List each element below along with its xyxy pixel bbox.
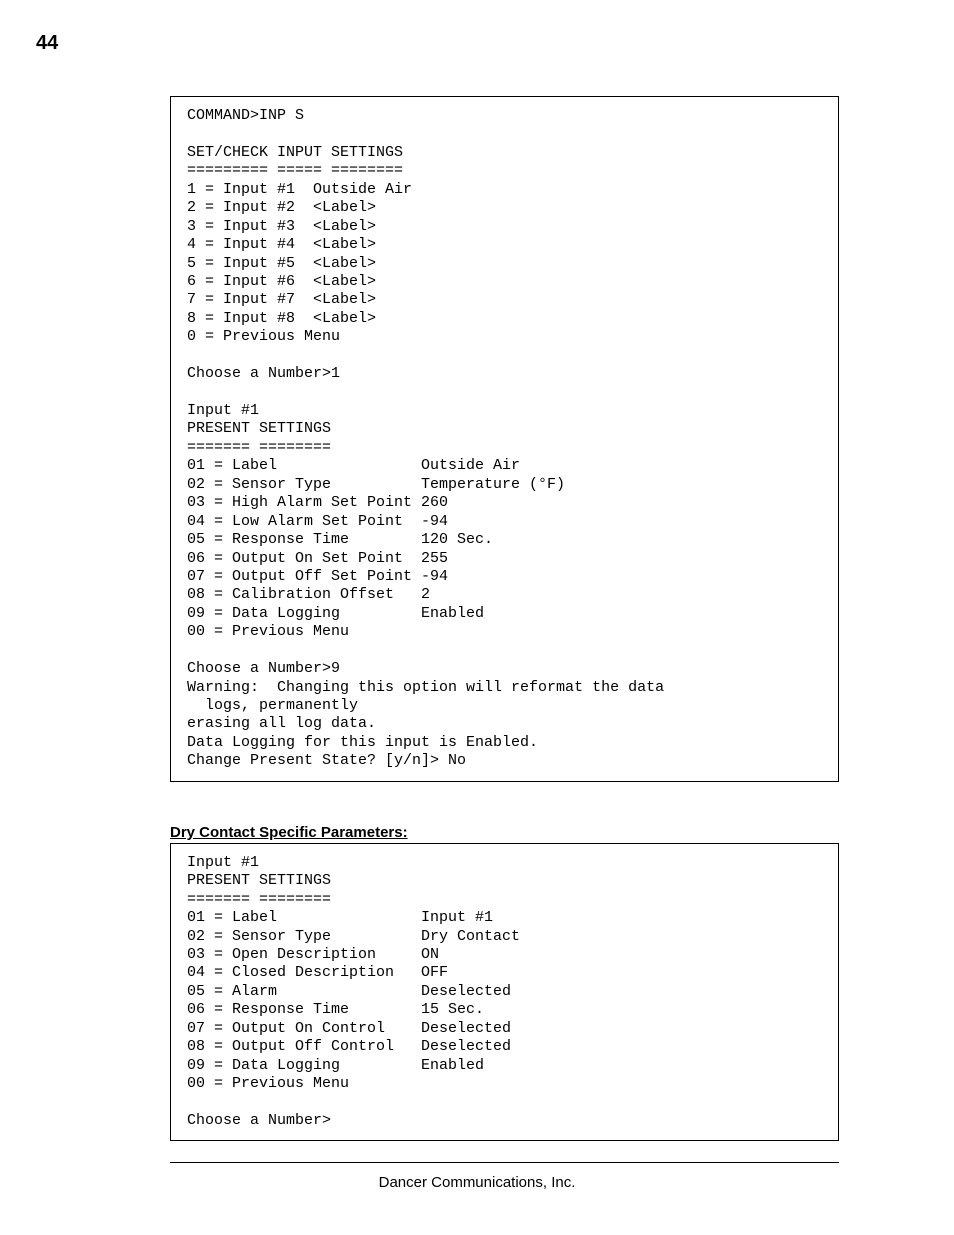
menu-item: 4 = Input #4 <Label> xyxy=(187,236,822,254)
setting-row: 05 = AlarmDeselected xyxy=(187,983,822,1001)
setting-row: 04 = Low Alarm Set Point-94 xyxy=(187,513,822,531)
menu-sep: ========= ===== ======== xyxy=(187,162,822,180)
setting-row: 05 = Response Time120 Sec. xyxy=(187,531,822,549)
setting-key: 09 = Data Logging xyxy=(187,605,421,623)
menu-item: 8 = Input #8 <Label> xyxy=(187,310,822,328)
setting-key: 09 = Data Logging xyxy=(187,1057,421,1075)
setting-key: 06 = Output On Set Point xyxy=(187,550,421,568)
setting-value: 260 xyxy=(421,494,448,511)
menu-item: 3 = Input #3 <Label> xyxy=(187,218,822,236)
setting-key: 08 = Calibration Offset xyxy=(187,586,421,604)
setting-row: 04 = Closed DescriptionOFF xyxy=(187,964,822,982)
setting-row: 02 = Sensor TypeDry Contact xyxy=(187,928,822,946)
input-header: Input #1 xyxy=(187,402,822,420)
setting-value: 255 xyxy=(421,550,448,567)
terminal-box-dry-contact: Input #1PRESENT SETTINGS======= ========… xyxy=(170,843,839,1142)
trailer-line: Change Present State? [y/n]> No xyxy=(187,752,822,770)
command-line: COMMAND>INP S xyxy=(187,107,822,125)
setting-row: 09 = Data LoggingEnabled xyxy=(187,605,822,623)
setting-key: 02 = Sensor Type xyxy=(187,476,421,494)
setting-row: 00 = Previous Menu xyxy=(187,623,822,641)
setting-value: Outside Air xyxy=(421,457,520,474)
setting-value: 15 Sec. xyxy=(421,1001,484,1018)
setting-key: 03 = High Alarm Set Point xyxy=(187,494,421,512)
setting-row: 07 = Output On ControlDeselected xyxy=(187,1020,822,1038)
setting-value: 2 xyxy=(421,586,430,603)
trailer-line: logs, permanently xyxy=(187,697,822,715)
menu-item: 1 = Input #1 Outside Air xyxy=(187,181,822,199)
setting-row: 03 = High Alarm Set Point260 xyxy=(187,494,822,512)
setting-value: Enabled xyxy=(421,605,484,622)
setting-key: 07 = Output Off Set Point xyxy=(187,568,421,586)
setting-key: 04 = Low Alarm Set Point xyxy=(187,513,421,531)
setting-key: 05 = Alarm xyxy=(187,983,421,1001)
setting-value: 120 Sec. xyxy=(421,531,493,548)
menu-item: 2 = Input #2 <Label> xyxy=(187,199,822,217)
setting-row: 07 = Output Off Set Point-94 xyxy=(187,568,822,586)
setting-row: 09 = Data LoggingEnabled xyxy=(187,1057,822,1075)
setting-value: Temperature (°F) xyxy=(421,476,565,493)
setting-row: 08 = Output Off ControlDeselected xyxy=(187,1038,822,1056)
setting-key: 01 = Label xyxy=(187,457,421,475)
setting-key: 01 = Label xyxy=(187,909,421,927)
setting-row: 02 = Sensor TypeTemperature (°F) xyxy=(187,476,822,494)
setting-key: 04 = Closed Description xyxy=(187,964,421,982)
menu-item: 7 = Input #7 <Label> xyxy=(187,291,822,309)
footer-text: Dancer Communications, Inc. xyxy=(0,1174,954,1191)
setting-key: 02 = Sensor Type xyxy=(187,928,421,946)
setting-row: 06 = Response Time15 Sec. xyxy=(187,1001,822,1019)
setting-value: Input #1 xyxy=(421,909,493,926)
setting-row: 03 = Open DescriptionON xyxy=(187,946,822,964)
terminal-box-settings: COMMAND>INP S SET/CHECK INPUT SETTINGS==… xyxy=(170,96,839,782)
setting-key: 06 = Response Time xyxy=(187,1001,421,1019)
trailer-line: Warning: Changing this option will refor… xyxy=(187,679,822,697)
page-number: 44 xyxy=(36,32,58,55)
trailer-line: Choose a Number>9 xyxy=(187,660,822,678)
setting-value: -94 xyxy=(421,513,448,530)
setting-row: 01 = LabelOutside Air xyxy=(187,457,822,475)
setting-key: 00 = Previous Menu xyxy=(187,1075,421,1093)
settings-title: PRESENT SETTINGS xyxy=(187,872,822,890)
setting-value: Deselected xyxy=(421,983,511,1000)
setting-value: Deselected xyxy=(421,1038,511,1055)
setting-row: 01 = LabelInput #1 xyxy=(187,909,822,927)
settings-sep: ======= ======== xyxy=(187,439,822,457)
setting-value: ON xyxy=(421,946,439,963)
menu-item: 5 = Input #5 <Label> xyxy=(187,255,822,273)
settings-title: PRESENT SETTINGS xyxy=(187,420,822,438)
setting-key: 03 = Open Description xyxy=(187,946,421,964)
setting-value: Enabled xyxy=(421,1057,484,1074)
setting-value: OFF xyxy=(421,964,448,981)
setting-value: Deselected xyxy=(421,1020,511,1037)
setting-row: 08 = Calibration Offset2 xyxy=(187,586,822,604)
choose-prompt: Choose a Number>1 xyxy=(187,365,822,383)
setting-key: 08 = Output Off Control xyxy=(187,1038,421,1056)
input-header: Input #1 xyxy=(187,854,822,872)
menu-title: SET/CHECK INPUT SETTINGS xyxy=(187,144,822,162)
setting-key: 07 = Output On Control xyxy=(187,1020,421,1038)
setting-value: Dry Contact xyxy=(421,928,520,945)
footer-rule xyxy=(170,1162,839,1163)
page-content: COMMAND>INP S SET/CHECK INPUT SETTINGS==… xyxy=(0,40,954,1141)
trailer-line: erasing all log data. xyxy=(187,715,822,733)
setting-value: -94 xyxy=(421,568,448,585)
settings-sep: ======= ======== xyxy=(187,891,822,909)
setting-row: 06 = Output On Set Point255 xyxy=(187,550,822,568)
menu-item: 6 = Input #6 <Label> xyxy=(187,273,822,291)
setting-key: 05 = Response Time xyxy=(187,531,421,549)
trailer-line: Data Logging for this input is Enabled. xyxy=(187,734,822,752)
setting-key: 00 = Previous Menu xyxy=(187,623,421,641)
setting-row: 00 = Previous Menu xyxy=(187,1075,822,1093)
trailer-line: Choose a Number> xyxy=(187,1112,822,1130)
dry-contact-heading: Dry Contact Specific Parameters: xyxy=(170,824,839,841)
menu-item: 0 = Previous Menu xyxy=(187,328,822,346)
